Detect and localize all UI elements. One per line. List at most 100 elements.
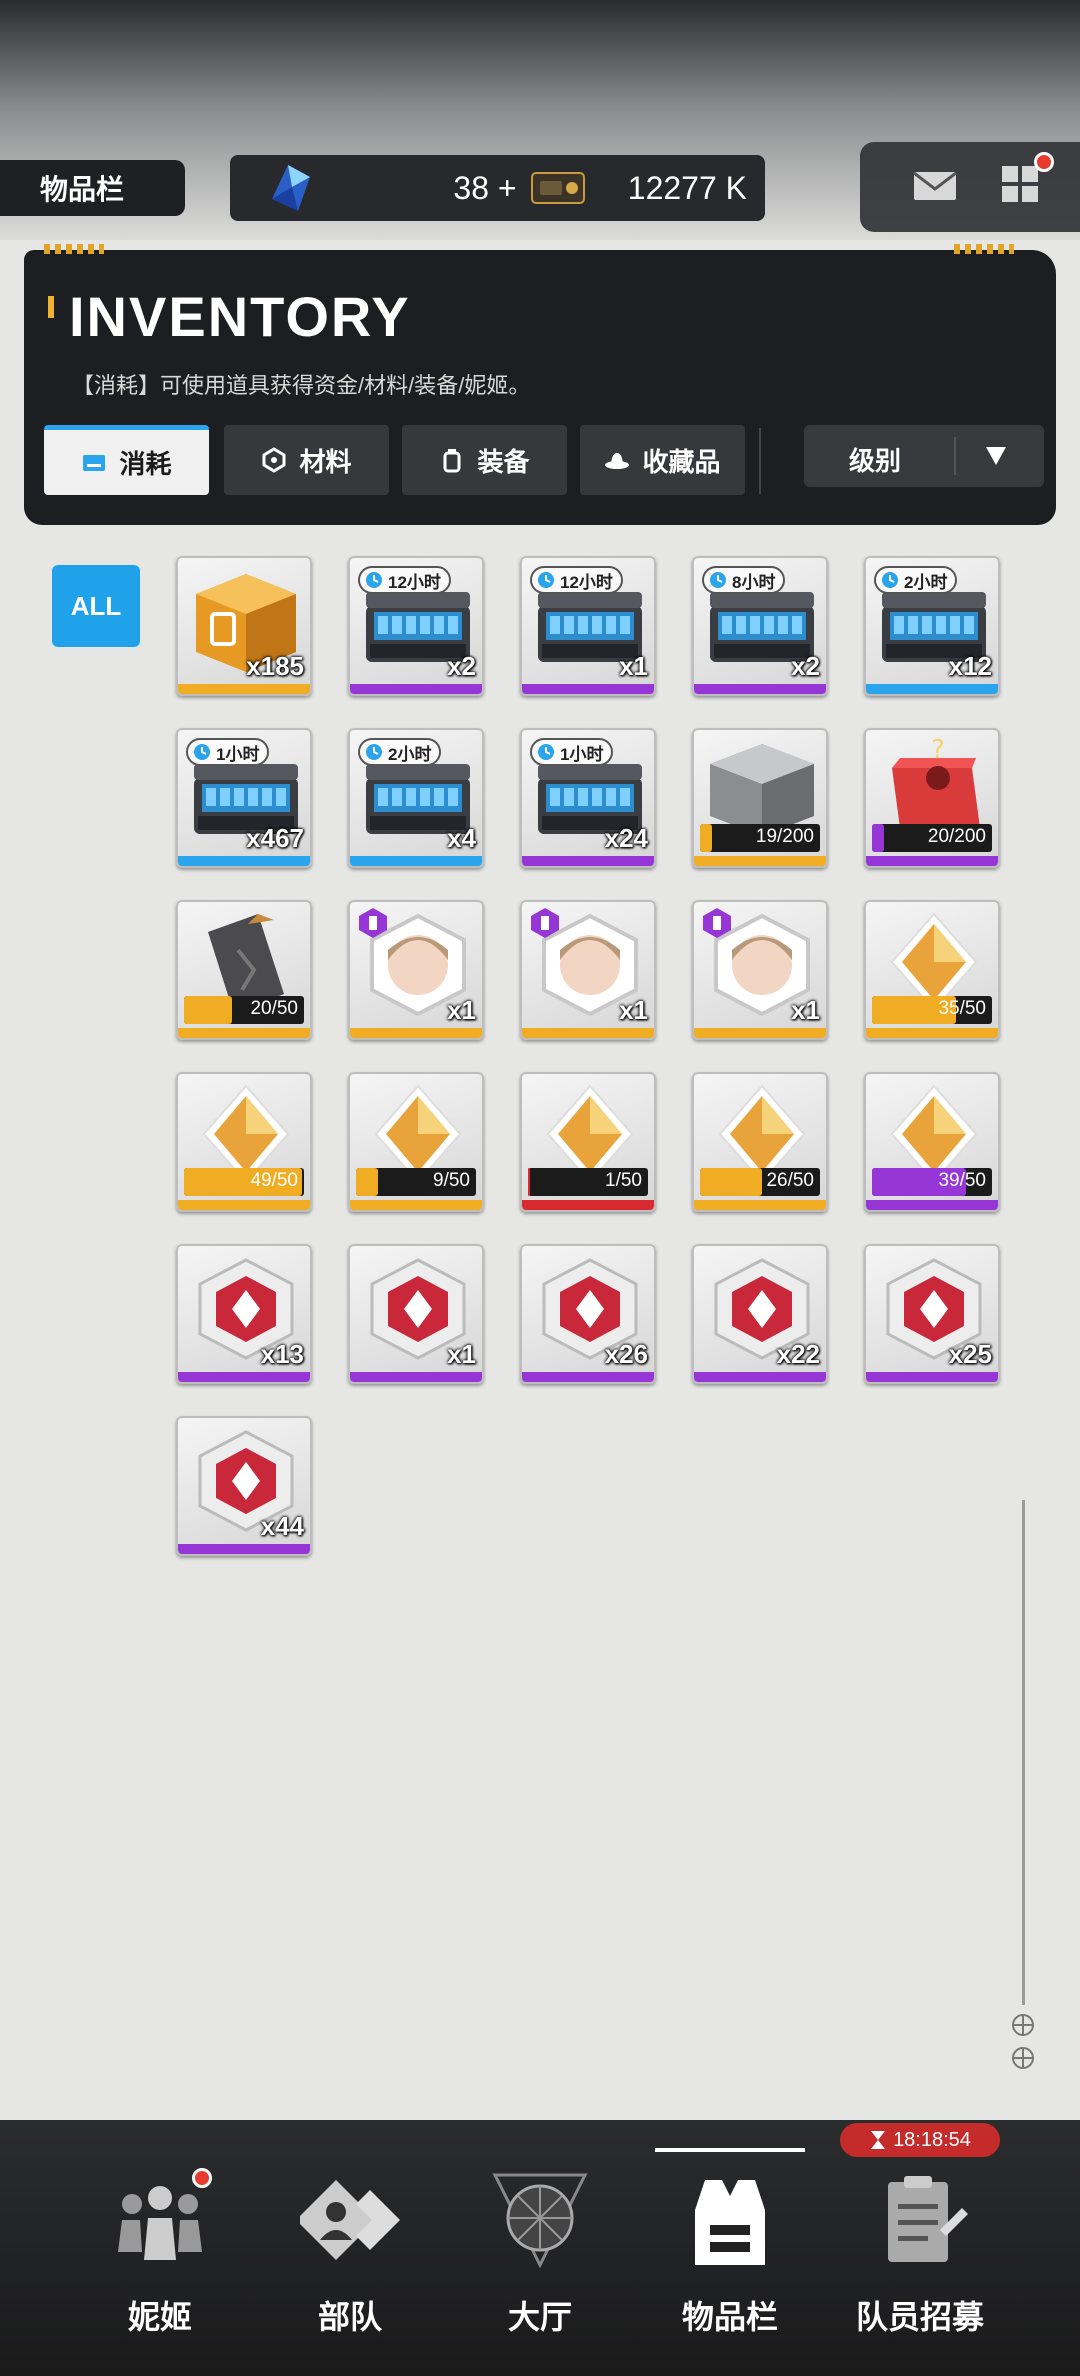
inventory-item[interactable]: x185 [176, 556, 312, 696]
item-quantity: x26 [604, 1339, 648, 1369]
tab-collectibles[interactable]: 收藏品 [580, 425, 745, 495]
nav-lobby[interactable]: 大厅 [450, 2160, 630, 2360]
nav-nikke[interactable]: 妮姬 [70, 2160, 250, 2360]
progress-text: 26/50 [766, 1170, 814, 1191]
rarity-bar [350, 1200, 482, 1210]
duration-badge: 2小时 [358, 738, 442, 766]
rarity-bar [522, 1028, 654, 1038]
chevron-down-icon [986, 447, 1006, 465]
inventory-item[interactable]: 35/50 [864, 900, 1000, 1040]
recruit-clipboard-icon [888, 2176, 968, 2262]
tab-materials[interactable]: 材料 [224, 425, 389, 495]
nav-label: 队员招募 [855, 2299, 984, 2335]
lobby-dome-icon [492, 2173, 588, 2269]
rarity-bar [178, 1028, 310, 1038]
inventory-item[interactable]: 9/50 [348, 1072, 484, 1212]
inventory-item[interactable]: x1 [520, 900, 656, 1040]
sort-dropdown[interactable]: 级别 [804, 425, 1044, 487]
duration-badge: 1小时 [530, 738, 614, 766]
inventory-item[interactable]: 12小时 x1 [520, 556, 656, 696]
inventory-item[interactable]: x25 [864, 1244, 1000, 1384]
inventory-item[interactable]: 49/50 [176, 1072, 312, 1212]
mail-icon[interactable] [912, 168, 958, 204]
progress-fill [872, 824, 884, 852]
rarity-bar [178, 1200, 310, 1210]
tab-equipment[interactable]: 装备 [402, 425, 567, 495]
rarity-bar [522, 1200, 654, 1210]
inventory-item[interactable]: 1小时 x24 [520, 728, 656, 868]
item-quantity: x1 [619, 651, 648, 681]
clock-icon [194, 744, 210, 760]
inventory-header: INVENTORY 【消耗】可使用道具获得资金/材料/装备/妮姬。 消耗 材料 … [24, 244, 1056, 525]
progress-text: 19/200 [755, 826, 814, 847]
inventory-item[interactable]: 19/200 [692, 728, 828, 868]
item-quantity: x22 [776, 1339, 820, 1369]
currency-bar: 38 + 12277 K [230, 155, 765, 221]
scrollbar[interactable] [1022, 1500, 1025, 2005]
rarity-bar [350, 1028, 482, 1038]
tab-label: 收藏品 [642, 446, 721, 477]
rarity-bar [866, 856, 998, 866]
progress-text: 39/50 [938, 1170, 986, 1191]
inventory-item[interactable]: x1 [348, 900, 484, 1040]
duration-text: 1小时 [560, 744, 604, 764]
nav-label: 大厅 [507, 2299, 572, 2335]
duration-text: 8小时 [732, 572, 776, 592]
stripe-decoration [44, 244, 104, 254]
inventory-item[interactable]: x22 [692, 1244, 828, 1384]
inventory-item[interactable]: 1小时 x467 [176, 728, 312, 868]
rarity-bar [694, 684, 826, 694]
fragment-progress-bar: 9/50 [356, 1168, 476, 1196]
inventory-item[interactable]: x1 [692, 900, 828, 1040]
duration-text: 12小时 [388, 572, 441, 592]
duration-text: 2小时 [904, 572, 948, 592]
progress-fill [528, 1168, 531, 1196]
rarity-bar [178, 684, 310, 694]
scroll-marker-icon [1012, 2047, 1034, 2069]
rarity-bar [866, 1200, 998, 1210]
inventory-item[interactable]: 12小时 x2 [348, 556, 484, 696]
inventory-item[interactable]: x1 [348, 1244, 484, 1384]
inventory-item[interactable]: 1/50 [520, 1072, 656, 1212]
progress-text: 49/50 [250, 1170, 298, 1191]
duration-badge: 2小时 [874, 566, 958, 594]
inventory-item[interactable]: 20/50 [176, 900, 312, 1040]
credit-card-icon [531, 172, 585, 204]
title-accent [48, 296, 54, 318]
tab-consumables[interactable]: 消耗 [44, 425, 209, 495]
progress-fill [700, 824, 712, 852]
rarity-bar [522, 1372, 654, 1382]
inventory-item[interactable]: ? 20/200 [864, 728, 1000, 868]
progress-text: 35/50 [938, 998, 986, 1019]
inventory-item[interactable]: 8小时 x2 [692, 556, 828, 696]
squad-icon [300, 2180, 400, 2260]
duration-badge: 1小时 [186, 738, 270, 766]
filter-all-button[interactable]: ALL [52, 565, 140, 647]
progress-text: 20/200 [927, 826, 986, 847]
tab-label: 装备 [477, 446, 530, 477]
inventory-item[interactable]: x44 [176, 1416, 312, 1556]
inventory-item[interactable]: 2小时 x4 [348, 728, 484, 868]
class-badge-icon [703, 908, 731, 938]
progress-fill [356, 1168, 378, 1196]
duration-badge: 12小时 [358, 566, 451, 594]
nav-recruit[interactable]: 队员招募 [830, 2160, 1010, 2360]
clock-icon [882, 572, 898, 588]
nav-squad[interactable]: 部队 [260, 2160, 440, 2360]
inventory-item[interactable]: 26/50 [692, 1072, 828, 1212]
inventory-item[interactable]: 2小时 x12 [864, 556, 1000, 696]
progress-fill [184, 996, 232, 1024]
inventory-item[interactable]: 39/50 [864, 1072, 1000, 1212]
class-badge-icon [531, 908, 559, 938]
nav-inventory[interactable]: 物品栏 [640, 2160, 820, 2360]
rarity-bar [178, 1372, 310, 1382]
item-quantity: x1 [619, 995, 648, 1025]
material-icon [262, 447, 286, 473]
inventory-item[interactable]: x13 [176, 1244, 312, 1384]
menu-grid-icon[interactable] [1000, 164, 1042, 206]
add-gems-button[interactable]: + [498, 170, 517, 206]
scroll-marker-icon [1012, 2014, 1034, 2036]
fragment-progress-bar: 49/50 [184, 1168, 304, 1196]
inventory-item[interactable]: x26 [520, 1244, 656, 1384]
rarity-bar [866, 1372, 998, 1382]
